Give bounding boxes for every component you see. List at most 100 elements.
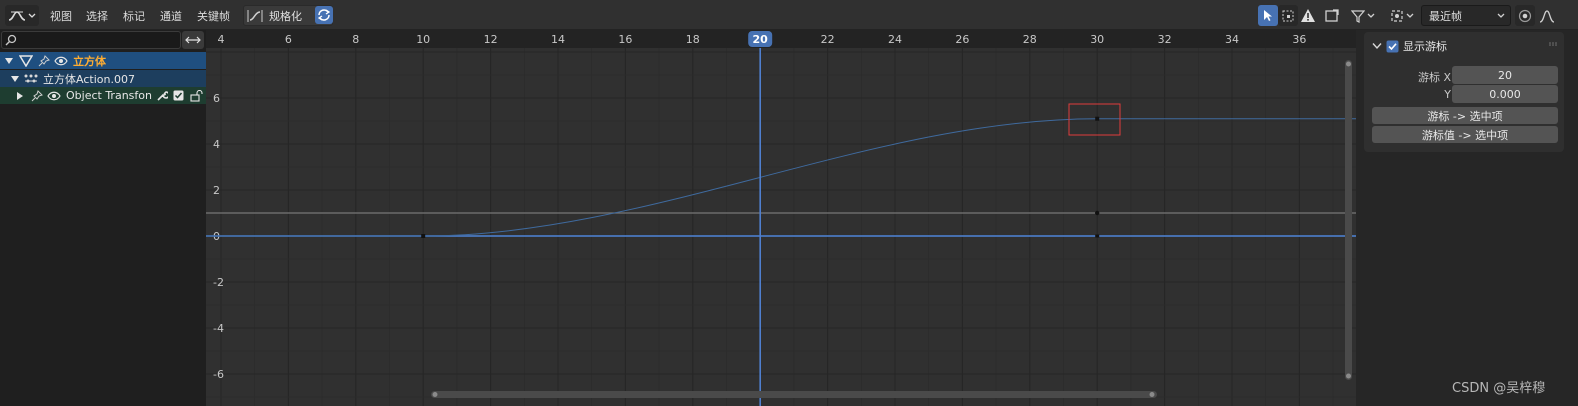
editor-type-selector[interactable] <box>5 5 39 26</box>
select-tweak-button[interactable] <box>1258 5 1278 26</box>
chevron-down-icon <box>1367 13 1375 19</box>
graph-canvas[interactable]: 4681012141618202224262830323436 6420-2-4… <box>206 30 1356 406</box>
proportional-edit-icon <box>1518 9 1532 23</box>
cursor-panel-header[interactable]: 显示游标 <box>1372 38 1447 54</box>
box-select-button[interactable] <box>1278 5 1298 26</box>
frame-tick-label: 12 <box>484 33 498 46</box>
value-tick-label: -4 <box>213 322 224 335</box>
graph-editor-header: 视图 选择 标记 通道 关键帧 规格化 最近帧 <box>0 0 1578 30</box>
scroll-handle-bottom[interactable] <box>1346 373 1351 379</box>
cursor-x-label: 游标 X <box>1417 71 1451 84</box>
menu-marker[interactable]: 标记 <box>123 7 145 25</box>
unlocked-icon[interactable] <box>190 89 204 102</box>
watermark: CSDN @吴梓穆 <box>1452 381 1546 396</box>
value-tick-label: 6 <box>213 92 220 105</box>
chevron-down-icon <box>1497 13 1505 19</box>
warning-button[interactable] <box>1298 5 1318 26</box>
value-tick-label: -2 <box>213 276 224 289</box>
proportional-editing-button[interactable] <box>1515 5 1535 26</box>
channel-fcurve-group-row[interactable]: Object Transfon <box>0 87 206 104</box>
normalize-icon <box>246 8 264 24</box>
swap-filter-button[interactable] <box>182 31 204 49</box>
chevron-down-icon <box>28 13 36 19</box>
keyframe-point[interactable] <box>421 234 426 238</box>
vertical-scrollbar[interactable] <box>1345 60 1352 380</box>
frame-tick-label: 34 <box>1225 33 1239 46</box>
normalize-refresh-button[interactable] <box>315 6 333 24</box>
scroll-handle-top[interactable] <box>1346 61 1351 67</box>
normalize-label: 规格化 <box>269 9 302 23</box>
frame-tick-label: 28 <box>1023 33 1037 46</box>
frame-tick-label: 22 <box>821 33 835 46</box>
cursor-value-point <box>1095 210 1100 216</box>
cursor-panel: 显示游标 游标 X 20 Y 0.000 游标 -> 选中项 游标值 -> 选中… <box>1364 32 1564 152</box>
cursor-y-field[interactable]: 0.000 <box>1452 85 1558 103</box>
auto-snapping-dropdown[interactable]: 最近帧 <box>1421 5 1511 26</box>
value-tick-label: 2 <box>213 184 220 197</box>
cursor-arrow-icon <box>1262 9 1274 22</box>
drag-handle-icon[interactable] <box>1549 42 1559 46</box>
show-cursor-checkbox[interactable] <box>1386 40 1399 53</box>
cursor-x-field[interactable]: 20 <box>1452 66 1558 84</box>
channel-search[interactable] <box>1 31 181 49</box>
pivot-point-icon <box>1390 9 1404 23</box>
cursor-value-to-selected-button[interactable]: 游标值 -> 选中项 <box>1372 126 1558 143</box>
current-frame-label: 20 <box>753 33 769 46</box>
value-tick-label: -6 <box>213 368 224 381</box>
frame-ruler[interactable] <box>206 30 1356 48</box>
search-input[interactable] <box>17 32 180 48</box>
chevron-down-icon[interactable] <box>1372 42 1382 50</box>
frame-tick-label: 16 <box>618 33 632 46</box>
cursor-y-label: Y <box>1444 88 1451 101</box>
object-name: 立方体 <box>73 54 106 68</box>
panel-title: 显示游标 <box>1403 40 1447 53</box>
menu-view[interactable]: 视图 <box>50 7 72 25</box>
frame-tick-label: 18 <box>686 33 700 46</box>
view-selected-button[interactable] <box>1322 5 1342 26</box>
horizontal-scrollbar[interactable] <box>431 391 1157 398</box>
disclosure-triangle-icon[interactable] <box>10 74 20 84</box>
eye-icon[interactable] <box>47 91 61 101</box>
menu-channel[interactable]: 通道 <box>160 7 182 25</box>
pin-icon[interactable] <box>38 54 50 67</box>
frame-tick-label: 14 <box>551 33 565 46</box>
proportional-falloff-dropdown[interactable] <box>1536 5 1558 26</box>
value-tick-label: 4 <box>213 138 220 151</box>
frame-tick-label: 4 <box>218 33 225 46</box>
channel-object-row[interactable]: 立方体 <box>0 52 206 69</box>
object-icon <box>19 54 33 67</box>
filter-dropdown[interactable] <box>1347 5 1379 26</box>
frame-tick-label: 8 <box>352 33 359 46</box>
scroll-handle-left[interactable] <box>432 392 438 397</box>
filter-icon <box>1351 9 1365 23</box>
action-name: 立方体Action.007 <box>43 72 135 86</box>
frame-tick-label: 24 <box>888 33 902 46</box>
channel-action-row[interactable]: 立方体Action.007 <box>0 70 206 87</box>
frame-tick-label: 36 <box>1292 33 1306 46</box>
graph-area[interactable]: 4681012141618202224262830323436 6420-2-4… <box>206 30 1356 406</box>
frame-tick-label: 26 <box>955 33 969 46</box>
menu-key[interactable]: 关键帧 <box>197 7 230 25</box>
menu-select[interactable]: 选择 <box>86 7 108 25</box>
baseline-key-marker <box>1095 234 1100 238</box>
sidebar: 显示游标 游标 X 20 Y 0.000 游标 -> 选中项 游标值 -> 选中… <box>1356 30 1578 406</box>
playhead-label[interactable]: 20 <box>748 31 773 47</box>
frame-tick-label: 6 <box>285 33 292 46</box>
fcurve-group-name: Object Transfon <box>66 89 152 102</box>
view-frame-icon <box>1324 8 1340 23</box>
pivot-point-dropdown[interactable] <box>1387 5 1417 26</box>
scroll-handle-right[interactable] <box>1149 392 1155 397</box>
wrench-icon[interactable] <box>156 90 168 102</box>
disclosure-triangle-icon[interactable] <box>16 91 24 101</box>
eye-icon[interactable] <box>54 56 68 66</box>
pin-icon[interactable] <box>31 89 43 102</box>
swap-arrows-icon <box>185 35 201 45</box>
frame-tick-label: 32 <box>1158 33 1172 46</box>
checkbox-icon[interactable] <box>173 90 184 101</box>
keyframe-point[interactable] <box>1095 116 1100 121</box>
box-select-icon <box>1281 9 1295 23</box>
cursor-to-selected-button[interactable]: 游标 -> 选中项 <box>1372 107 1558 124</box>
channel-list: 立方体 立方体Action.007 Object Transfon <box>0 30 206 406</box>
smooth-falloff-icon <box>1539 9 1555 23</box>
disclosure-triangle-icon[interactable] <box>4 56 14 66</box>
